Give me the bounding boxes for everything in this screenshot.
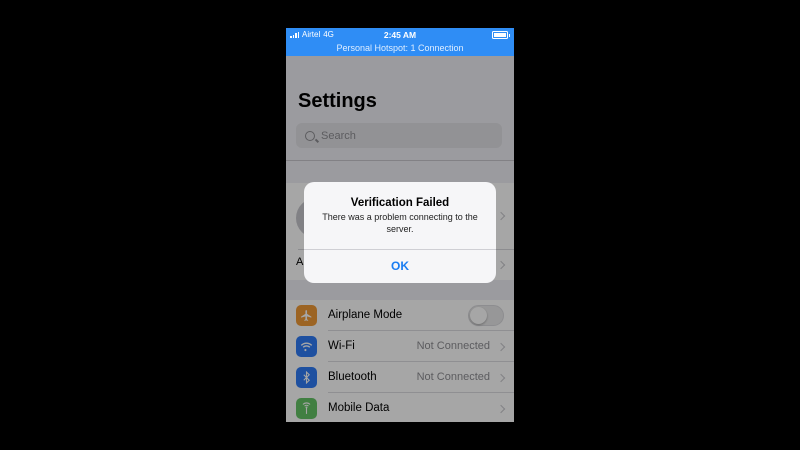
status-time: 2:45 AM	[383, 30, 417, 40]
status-bar: Airtel 4G 2:45 AM Personal Hotspot: 1 Co…	[286, 28, 514, 56]
hotspot-banner[interactable]: Personal Hotspot: 1 Connection	[286, 43, 514, 53]
verification-failed-alert: Verification Failed There was a problem …	[304, 182, 496, 283]
alert-message: There was a problem connecting to the se…	[322, 212, 478, 234]
ok-button[interactable]: OK	[304, 250, 496, 283]
phone-screen: Airtel 4G 2:45 AM Personal Hotspot: 1 Co…	[286, 28, 514, 422]
battery-icon	[492, 31, 510, 39]
alert-title: Verification Failed	[350, 197, 450, 209]
